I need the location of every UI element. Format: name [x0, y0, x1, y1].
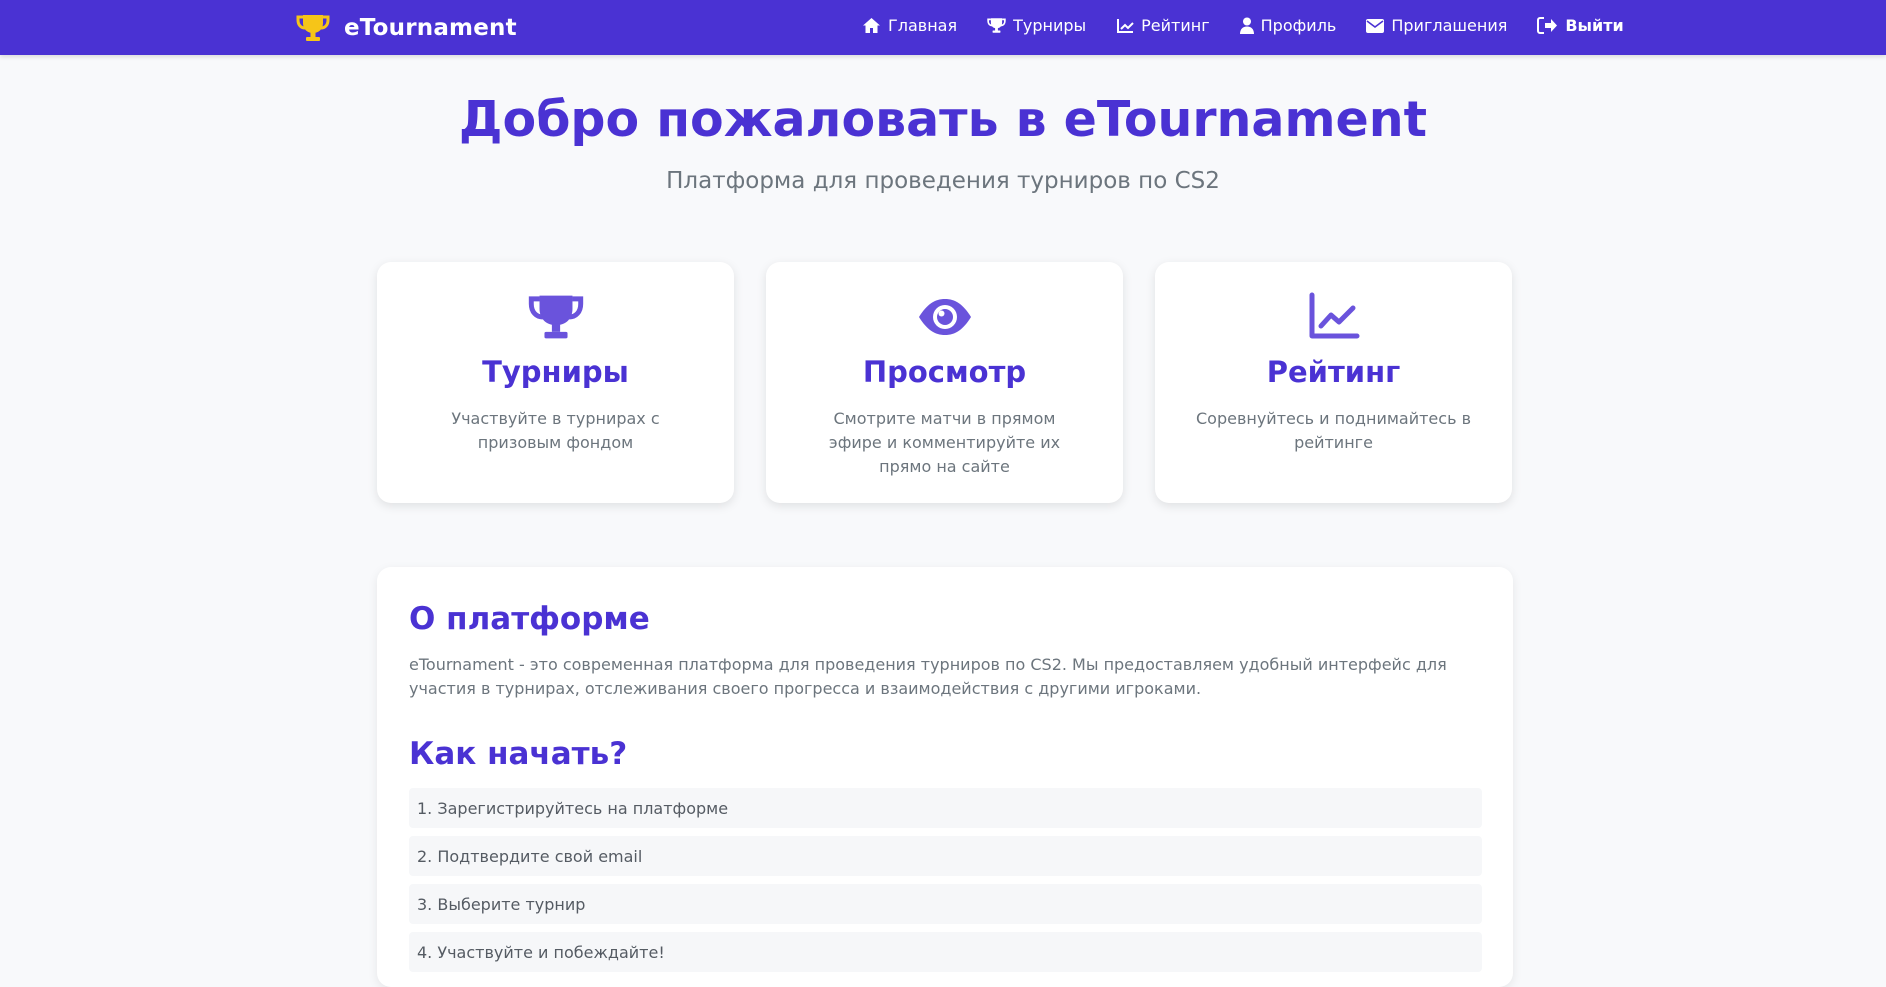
trophy-icon [377, 292, 734, 342]
home-icon [862, 17, 881, 34]
nav-label-tournaments: Турниры [1013, 16, 1087, 35]
brand-name: eTournament [344, 14, 517, 41]
feature-text: Смотрите матчи в прямом эфире и комменти… [828, 409, 1061, 476]
feature-text: Соревнуйтесь и поднимайтесь в рейтинге [1195, 409, 1472, 452]
list-item: 3. Выберите турнир [409, 884, 1482, 924]
nav-label-rating: Рейтинг [1141, 16, 1210, 35]
brand-link[interactable]: eTournament [296, 0, 517, 55]
chart-line-icon [1155, 292, 1512, 342]
about-section: О платформе eTournament - это современна… [377, 567, 1513, 987]
nav-item-home[interactable]: Главная [862, 16, 957, 35]
list-item: 4. Участвуйте и побеждайте! [409, 932, 1482, 972]
feature-title: Просмотр [862, 355, 1027, 389]
nav-label-invitations: Приглашения [1391, 16, 1508, 35]
nav-label-profile: Профиль [1260, 16, 1337, 35]
feature-card-rating: Рейтинг Соревнуйтесь и поднимайтесь в ре… [1155, 262, 1512, 503]
feature-card-tournaments: Турниры Участвуйте в турнирах с призовым… [377, 262, 734, 503]
nav-item-invitations[interactable]: Приглашения [1366, 16, 1507, 35]
feature-card-watch: Просмотр Смотрите матчи в прямом эфире и… [766, 262, 1123, 503]
sign-out-icon [1537, 17, 1558, 34]
nav-label-logout: Выйти [1565, 16, 1624, 35]
list-item: 1. Зарегистрируйтесь на платформе [409, 788, 1482, 828]
list-item: 2. Подтвердите свой email [409, 836, 1482, 876]
user-icon [1239, 17, 1254, 34]
feature-title: Турниры [482, 355, 629, 389]
trophy-icon [987, 17, 1006, 34]
trophy-icon [296, 13, 330, 43]
about-title: О платформе [409, 601, 650, 637]
chart-line-icon [1116, 18, 1134, 34]
page-title: Добро пожаловать в eTournament [458, 91, 1428, 148]
feature-text: Участвуйте в турнирах с призовым фондом [451, 409, 660, 452]
page-subtitle: Платформа для проведения турниров по CS2 [666, 168, 1220, 194]
nav-item-logout[interactable]: Выйти [1537, 16, 1624, 35]
nav-label-home: Главная [888, 16, 958, 35]
nav-item-tournaments[interactable]: Турниры [987, 16, 1086, 35]
envelope-icon [1366, 18, 1385, 33]
top-navbar: eTournament Главная Турниры Рейтинг Проф… [0, 0, 1886, 55]
eye-icon [766, 292, 1123, 342]
nav-item-profile[interactable]: Профиль [1239, 16, 1337, 35]
steps-title: Как начать? [409, 736, 628, 772]
about-description: eTournament - это современная платформа … [409, 655, 1447, 698]
main-nav: Главная Турниры Рейтинг Профиль Приглаше… [862, 0, 1624, 51]
steps-list: 1. Зарегистрируйтесь на платформе 2. Под… [409, 788, 1482, 980]
nav-item-rating[interactable]: Рейтинг [1116, 16, 1210, 35]
feature-title: Рейтинг [1266, 355, 1401, 389]
